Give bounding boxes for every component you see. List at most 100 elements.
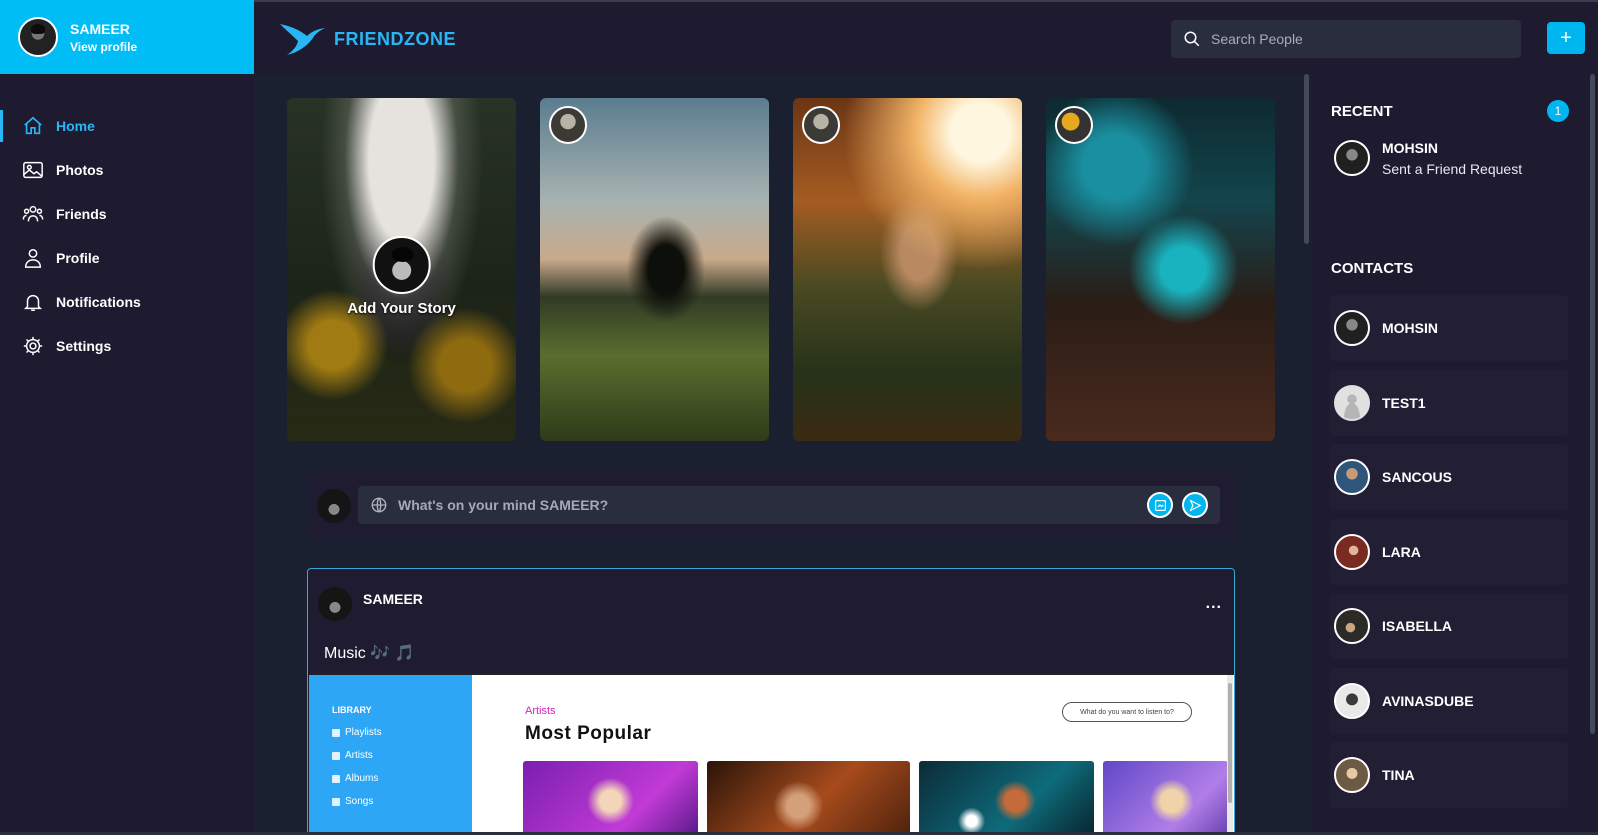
artist-card xyxy=(707,761,910,835)
story-avatar xyxy=(802,106,840,144)
artist-icon xyxy=(332,751,340,760)
composer-input[interactable] xyxy=(398,497,1138,513)
post-author-avatar xyxy=(318,587,352,621)
sidebar-item-profile[interactable]: Profile xyxy=(0,236,254,280)
contact-item[interactable]: SANCOUS xyxy=(1330,444,1568,510)
contact-name: TEST1 xyxy=(1382,395,1426,411)
sidebar-item-label: Notifications xyxy=(56,294,141,310)
music-search-pill: What do you want to listen to? xyxy=(1062,702,1192,722)
post-author-name: SAMEER xyxy=(363,591,423,607)
friends-icon xyxy=(22,205,44,222)
photos-icon xyxy=(23,161,43,179)
artist-card xyxy=(919,761,1094,835)
library-item: Artists xyxy=(345,750,373,761)
stories-row: Add Your Story xyxy=(287,98,1275,441)
contact-item[interactable]: AVINASDUBE xyxy=(1330,668,1568,734)
sidebar-item-notifications[interactable]: Notifications xyxy=(0,280,254,324)
profile-card[interactable]: SAMEER View profile xyxy=(0,0,254,74)
story-card[interactable] xyxy=(793,98,1022,441)
avatar xyxy=(1334,683,1370,719)
library-item: Songs xyxy=(345,796,374,807)
add-story-card[interactable]: Add Your Story xyxy=(287,98,516,441)
contact-name: MOHSIN xyxy=(1382,320,1438,336)
add-story-label: Add Your Story xyxy=(347,300,456,317)
search-icon xyxy=(1184,31,1200,47)
sidebar-item-friends[interactable]: Friends xyxy=(0,192,254,236)
search-bar[interactable] xyxy=(1171,20,1521,58)
user-avatar xyxy=(317,489,351,523)
sidebar-item-label: Photos xyxy=(56,162,104,178)
contact-item[interactable]: TEST1 xyxy=(1330,370,1568,436)
recent-message: Sent a Friend Request xyxy=(1382,161,1523,177)
contact-item[interactable]: LARA xyxy=(1330,519,1568,585)
avatar xyxy=(1334,459,1370,495)
more-options-icon[interactable]: ... xyxy=(1206,595,1222,613)
contact-item[interactable]: ISABELLA xyxy=(1330,593,1568,659)
profile-icon xyxy=(24,249,42,268)
main-feed: Add Your Story SAMEER ... Music xyxy=(254,74,1312,835)
avatar xyxy=(1334,534,1370,570)
avatar xyxy=(1334,757,1370,793)
playlist-icon xyxy=(332,728,340,737)
contact-name: AVINASDUBE xyxy=(1382,693,1474,709)
user-avatar xyxy=(18,17,58,57)
search-input[interactable] xyxy=(1211,31,1501,47)
post-card: SAMEER ... Music 🎶 🎵 LIBRARY Playlists A… xyxy=(307,568,1235,835)
story-card[interactable] xyxy=(540,98,769,441)
song-icon xyxy=(332,797,340,806)
add-photo-button[interactable] xyxy=(1147,492,1173,518)
left-sidebar: SAMEER View profile Home Photos Friends … xyxy=(0,0,254,835)
user-name: SAMEER xyxy=(70,20,130,37)
sidebar-item-photos[interactable]: Photos xyxy=(0,148,254,192)
sidebar-item-label: Settings xyxy=(56,338,112,354)
send-icon xyxy=(1188,498,1202,512)
avatar xyxy=(1334,608,1370,644)
sidebar-item-home[interactable]: Home xyxy=(0,104,254,148)
scrollbar xyxy=(1227,675,1233,835)
library-heading: LIBRARY xyxy=(332,705,372,715)
send-button[interactable] xyxy=(1182,492,1208,518)
artist-card xyxy=(1103,761,1228,835)
post-caption: Music 🎶 🎵 xyxy=(324,645,415,662)
story-card[interactable] xyxy=(1046,98,1275,441)
contact-name: ISABELLA xyxy=(1382,618,1452,634)
story-avatar xyxy=(549,106,587,144)
sidebar-item-settings[interactable]: Settings xyxy=(0,324,254,368)
right-scrollbar[interactable] xyxy=(1590,74,1595,734)
library-item: Albums xyxy=(345,773,379,784)
avatar xyxy=(1334,140,1370,176)
section-title: Most Popular xyxy=(525,723,652,744)
contact-item[interactable]: TINA xyxy=(1330,742,1568,808)
gear-icon xyxy=(23,336,43,356)
app-logo[interactable]: FRIENDZONE xyxy=(278,22,456,56)
view-profile-link[interactable]: View profile xyxy=(70,40,137,54)
avatar xyxy=(1334,310,1370,346)
recent-name: MOHSIN xyxy=(1382,140,1438,156)
story-avatar xyxy=(1055,106,1093,144)
sidebar-item-label: Profile xyxy=(56,250,100,266)
add-button[interactable]: + xyxy=(1547,22,1585,54)
sidebar-nav: Home Photos Friends Profile Notification… xyxy=(0,104,254,368)
main-scrollbar[interactable] xyxy=(1304,74,1309,244)
composer-field[interactable] xyxy=(358,486,1220,524)
sidebar-item-label: Home xyxy=(56,118,95,134)
user-avatar xyxy=(372,236,431,294)
contact-name: LARA xyxy=(1382,544,1421,560)
contact-item[interactable]: MOHSIN xyxy=(1330,295,1568,361)
home-icon xyxy=(24,116,42,135)
contacts-title: CONTACTS xyxy=(1331,260,1414,277)
right-panel: RECENT 1 MOHSIN Sent a Friend Request CO… xyxy=(1312,74,1598,835)
contact-name: TINA xyxy=(1382,767,1415,783)
artist-card xyxy=(523,761,698,835)
globe-icon xyxy=(371,497,387,513)
post-image[interactable]: LIBRARY Playlists Artists Albums Songs A… xyxy=(309,673,1234,835)
post-composer xyxy=(307,471,1235,539)
recent-item[interactable]: MOHSIN Sent a Friend Request xyxy=(1334,140,1522,177)
contact-name: SANCOUS xyxy=(1382,469,1453,485)
bell-icon xyxy=(23,294,43,311)
sidebar-item-label: Friends xyxy=(56,206,107,222)
album-icon xyxy=(332,774,340,783)
image-add-icon xyxy=(1154,499,1166,511)
top-bar: FRIENDZONE + xyxy=(254,0,1598,74)
library-item: Playlists xyxy=(345,727,382,738)
